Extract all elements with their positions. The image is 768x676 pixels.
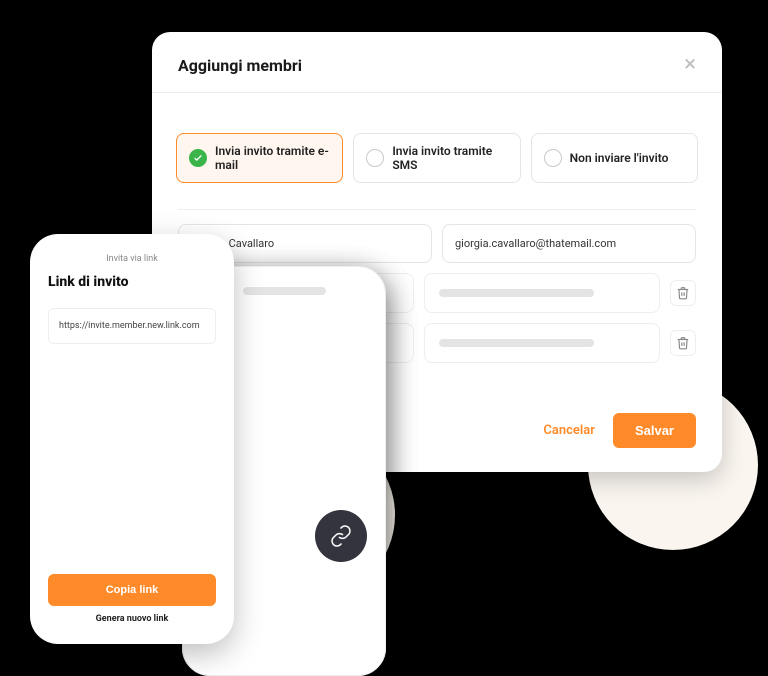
modal-header: Aggiungi membri × — [152, 54, 722, 93]
email-field-placeholder[interactable] — [424, 323, 660, 363]
copy-link-button[interactable]: Copia link — [48, 574, 216, 606]
invite-link-heading: Link di invito — [48, 274, 216, 290]
option-invite-none[interactable]: Non inviare l'invito — [531, 133, 698, 183]
invite-options-row: Invia invito tramite e-mail Invia invito… — [164, 115, 710, 191]
invite-link-field[interactable]: https://invite.member.new.link.com — [48, 308, 216, 344]
option-label: Non inviare l'invito — [570, 151, 669, 165]
option-label: Invia invito tramite SMS — [392, 144, 507, 172]
save-button[interactable]: Salvar — [613, 413, 696, 448]
close-icon[interactable]: × — [684, 54, 696, 76]
add-members-modal: Aggiungi membri × Invia invito tramite e… — [152, 32, 722, 472]
phone-mockup: Invita via link Link di invito https://i… — [30, 234, 234, 644]
footer-actions: Cancelar Salvar — [543, 413, 696, 448]
radio-icon — [366, 149, 384, 167]
radio-icon — [544, 149, 562, 167]
phone-screen-title: Invita via link — [48, 254, 216, 264]
cancel-button[interactable]: Cancelar — [543, 423, 595, 438]
divider — [178, 209, 696, 210]
email-field-placeholder[interactable] — [424, 273, 660, 313]
generate-new-link-button[interactable]: Genera nuovo link — [48, 614, 216, 624]
link-badge-icon — [315, 510, 367, 562]
delete-row-button[interactable] — [670, 280, 696, 306]
delete-row-button[interactable] — [670, 330, 696, 356]
email-field[interactable]: giorgia.cavallaro@thatemail.com — [442, 224, 696, 263]
member-row-empty — [178, 323, 696, 363]
option-invite-sms[interactable]: Invia invito tramite SMS — [353, 133, 520, 183]
check-icon — [189, 149, 207, 167]
option-label: Invia invito tramite e-mail — [215, 144, 330, 172]
member-row-filled: Giorgia Cavallaro giorgia.cavallaro@that… — [178, 224, 696, 263]
modal-title: Aggiungi membri — [178, 56, 302, 75]
option-invite-email[interactable]: Invia invito tramite e-mail — [176, 133, 343, 183]
modal-body: Invia invito tramite e-mail Invia invito… — [152, 93, 722, 363]
